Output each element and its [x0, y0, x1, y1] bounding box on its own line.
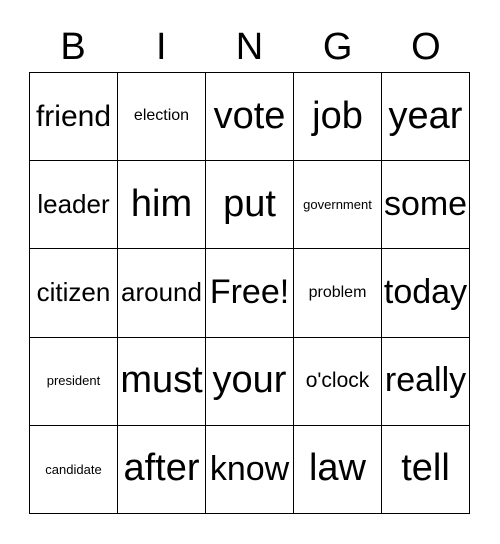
bingo-cell-label: today [383, 273, 468, 312]
bingo-cell-n5[interactable]: know [206, 425, 294, 514]
bingo-cell-label: o'clock [305, 369, 370, 393]
bingo-cell-label: leader [37, 189, 110, 220]
bingo-cell-o1[interactable]: year [382, 73, 470, 162]
bingo-cell-o2[interactable]: some [382, 161, 470, 250]
bingo-cell-label: some [383, 184, 468, 223]
column-header-i: I [156, 26, 167, 68]
bingo-cell-b2[interactable]: leader [30, 161, 118, 250]
bingo-cell-label: must [120, 359, 203, 402]
free-space-label: Free! [209, 273, 290, 312]
bingo-cell-o3[interactable]: today [382, 249, 470, 338]
bingo-card: B I N G O friend election vote job year … [0, 0, 500, 544]
bingo-cell-label: year [388, 94, 463, 137]
bingo-cell-i2[interactable]: him [118, 161, 206, 250]
bingo-cell-g2[interactable]: government [294, 161, 382, 250]
bingo-cell-label: vote [213, 94, 286, 137]
bingo-cell-b1[interactable]: friend [30, 73, 118, 162]
bingo-cell-i1[interactable]: election [118, 73, 206, 162]
bingo-cell-label: know [209, 449, 290, 488]
bingo-cell-label: citizen [36, 277, 111, 308]
bingo-cell-label: around [121, 277, 202, 308]
bingo-cell-label: problem [308, 283, 367, 301]
bingo-cell-free-space[interactable]: Free! [206, 249, 294, 338]
column-header-b: B [60, 26, 86, 68]
column-header-n: N [235, 26, 264, 68]
bingo-cell-label: put [223, 182, 276, 225]
bingo-cell-o4[interactable]: really [382, 337, 470, 426]
bingo-cell-label: him [130, 182, 193, 225]
bingo-cell-label: president [46, 373, 101, 389]
bingo-grid: friend election vote job year leader him… [29, 72, 470, 514]
column-header-g: G [322, 26, 353, 68]
bingo-cell-label: really [384, 361, 467, 400]
bingo-cell-b3[interactable]: citizen [30, 249, 118, 338]
bingo-cell-label: election [133, 107, 190, 125]
bingo-cell-label: your [212, 359, 287, 402]
bingo-cell-label: government [303, 196, 372, 212]
bingo-column-headers: B I N G O [29, 22, 470, 72]
bingo-cell-i5[interactable]: after [118, 425, 206, 514]
bingo-cell-g3[interactable]: problem [294, 249, 382, 338]
bingo-cell-label: job [312, 94, 363, 137]
bingo-cell-i3[interactable]: around [118, 249, 206, 338]
bingo-cell-label: candidate [45, 461, 102, 477]
bingo-cell-g5[interactable]: law [294, 425, 382, 514]
bingo-cell-n4[interactable]: your [206, 337, 294, 426]
bingo-cell-g1[interactable]: job [294, 73, 382, 162]
bingo-cell-i4[interactable]: must [118, 337, 206, 426]
bingo-cell-label: tell [401, 447, 450, 490]
bingo-cell-g4[interactable]: o'clock [294, 337, 382, 426]
bingo-cell-label: after [123, 447, 200, 490]
bingo-cell-n2[interactable]: put [206, 161, 294, 250]
bingo-cell-b4[interactable]: president [30, 337, 118, 426]
bingo-cell-label: law [308, 447, 367, 490]
bingo-cell-b5[interactable]: candidate [30, 425, 118, 514]
column-header-o: O [411, 26, 441, 68]
bingo-cell-o5[interactable]: tell [382, 425, 470, 514]
bingo-cell-label: friend [35, 99, 112, 133]
bingo-cell-n1[interactable]: vote [206, 73, 294, 162]
